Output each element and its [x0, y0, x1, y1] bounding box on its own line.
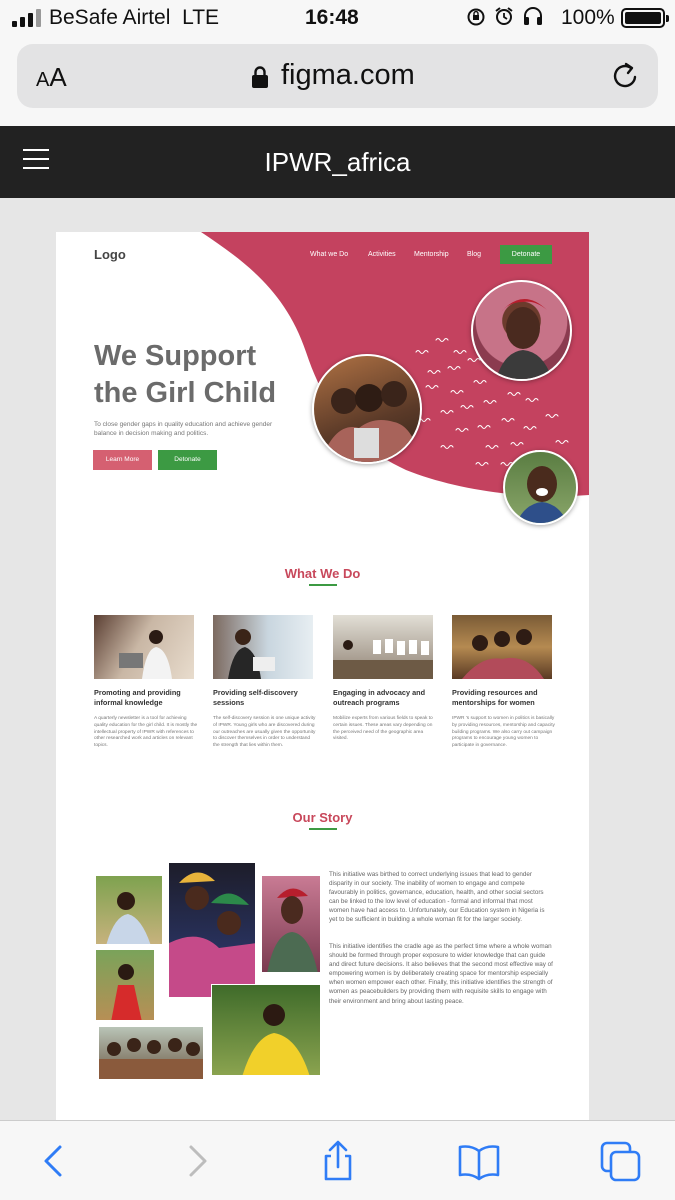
tabs-icon[interactable] — [599, 1139, 643, 1183]
share-icon[interactable] — [316, 1139, 360, 1183]
our-story-heading: Our Story — [292, 810, 353, 825]
card-image-woman-desk — [213, 615, 313, 679]
forward-icon[interactable] — [175, 1139, 219, 1183]
heading-underline — [309, 584, 337, 586]
hero-photo-woman-headwrap — [471, 280, 572, 381]
browser-toolbar — [0, 1120, 675, 1200]
browser-url-bar: AA figma.com — [0, 36, 675, 126]
orientation-lock-icon — [467, 8, 485, 26]
card-text-advocacy: Mobilize experts from various fields to … — [333, 716, 433, 742]
story-photo-children — [98, 1026, 204, 1080]
our-story-paragraph-2: This initiative identifies the cradle ag… — [329, 943, 553, 1005]
alarm-icon — [495, 7, 513, 25]
figma-canvas[interactable]: Logo What we Do Activities Mentorship Bl… — [0, 198, 675, 1120]
nav-what-we-do[interactable]: What we Do — [310, 251, 348, 258]
card-image-women-group — [452, 615, 552, 679]
hero-photo-group-of-girls — [312, 354, 422, 464]
clock: 16:48 — [305, 6, 359, 29]
address-field[interactable]: AA figma.com — [17, 44, 658, 108]
back-icon[interactable] — [32, 1139, 76, 1183]
signal-icon — [12, 9, 41, 27]
card-title-advocacy: Engaging in advocacy and outreach progra… — [333, 688, 426, 707]
reader-text-size-button[interactable]: AA — [36, 62, 67, 93]
site-logo[interactable]: Logo — [94, 247, 126, 262]
nav-blog[interactable]: Blog — [467, 251, 481, 258]
card-text-self-discovery: The self-discovery session is one unique… — [213, 716, 316, 749]
hero-title: We Support the Girl Child — [94, 340, 277, 409]
reload-icon[interactable] — [609, 60, 641, 92]
story-photo-woman-pink — [261, 875, 321, 973]
card-title-informal-knowledge: Promoting and providing informal knowled… — [94, 688, 181, 707]
headphones-icon — [524, 7, 542, 25]
card-text-mentorship: IPWR 's support to women in politics is … — [452, 716, 555, 749]
battery-percent: 100% — [561, 6, 615, 29]
what-we-do-heading: What We Do — [284, 566, 361, 581]
url-domain[interactable]: figma.com — [281, 59, 415, 92]
status-bar: BeSafe Airtel LTE 16:48 100% — [0, 0, 675, 36]
our-story-paragraph-1: This initiative was birthed to correct u… — [329, 871, 545, 924]
hero-subtitle: To close gender gaps in quality educatio… — [94, 421, 273, 437]
nav-mentorship[interactable]: Mentorship — [414, 251, 449, 258]
card-title-self-discovery: Providing self-discovery sessions — [213, 688, 298, 707]
story-photo-women-headwraps — [168, 862, 256, 998]
lock-icon — [252, 66, 268, 88]
card-image-outreach-classroom — [333, 615, 433, 679]
learn-more-button[interactable]: Learn More — [93, 450, 152, 470]
card-image-woman-laptop — [94, 615, 194, 679]
bookmarks-icon[interactable] — [457, 1139, 501, 1183]
card-title-mentorship: Providing resources and mentorships for … — [452, 688, 538, 707]
story-photo-girl-red-dress — [95, 949, 155, 1021]
figma-header: IPWR_africa — [0, 126, 675, 198]
story-photo-woman-yellow — [211, 984, 321, 1076]
battery-icon — [621, 8, 669, 28]
nav-activities[interactable]: Activities — [368, 251, 396, 258]
hero-donate-button[interactable]: Detonate — [158, 450, 217, 470]
carrier-name: BeSafe Airtel LTE — [49, 6, 220, 29]
file-title: IPWR_africa — [264, 147, 411, 177]
design-frame: Logo What we Do Activities Mentorship Bl… — [56, 232, 589, 1120]
heading-underline — [309, 828, 337, 830]
hero-photo-smiling-girl — [503, 450, 578, 525]
story-photo-girl-outdoors — [95, 875, 163, 945]
card-text-informal-knowledge: A quarterly newsletter is a tool for ach… — [94, 716, 198, 749]
nav-donate-button[interactable]: Detonate — [500, 245, 552, 264]
